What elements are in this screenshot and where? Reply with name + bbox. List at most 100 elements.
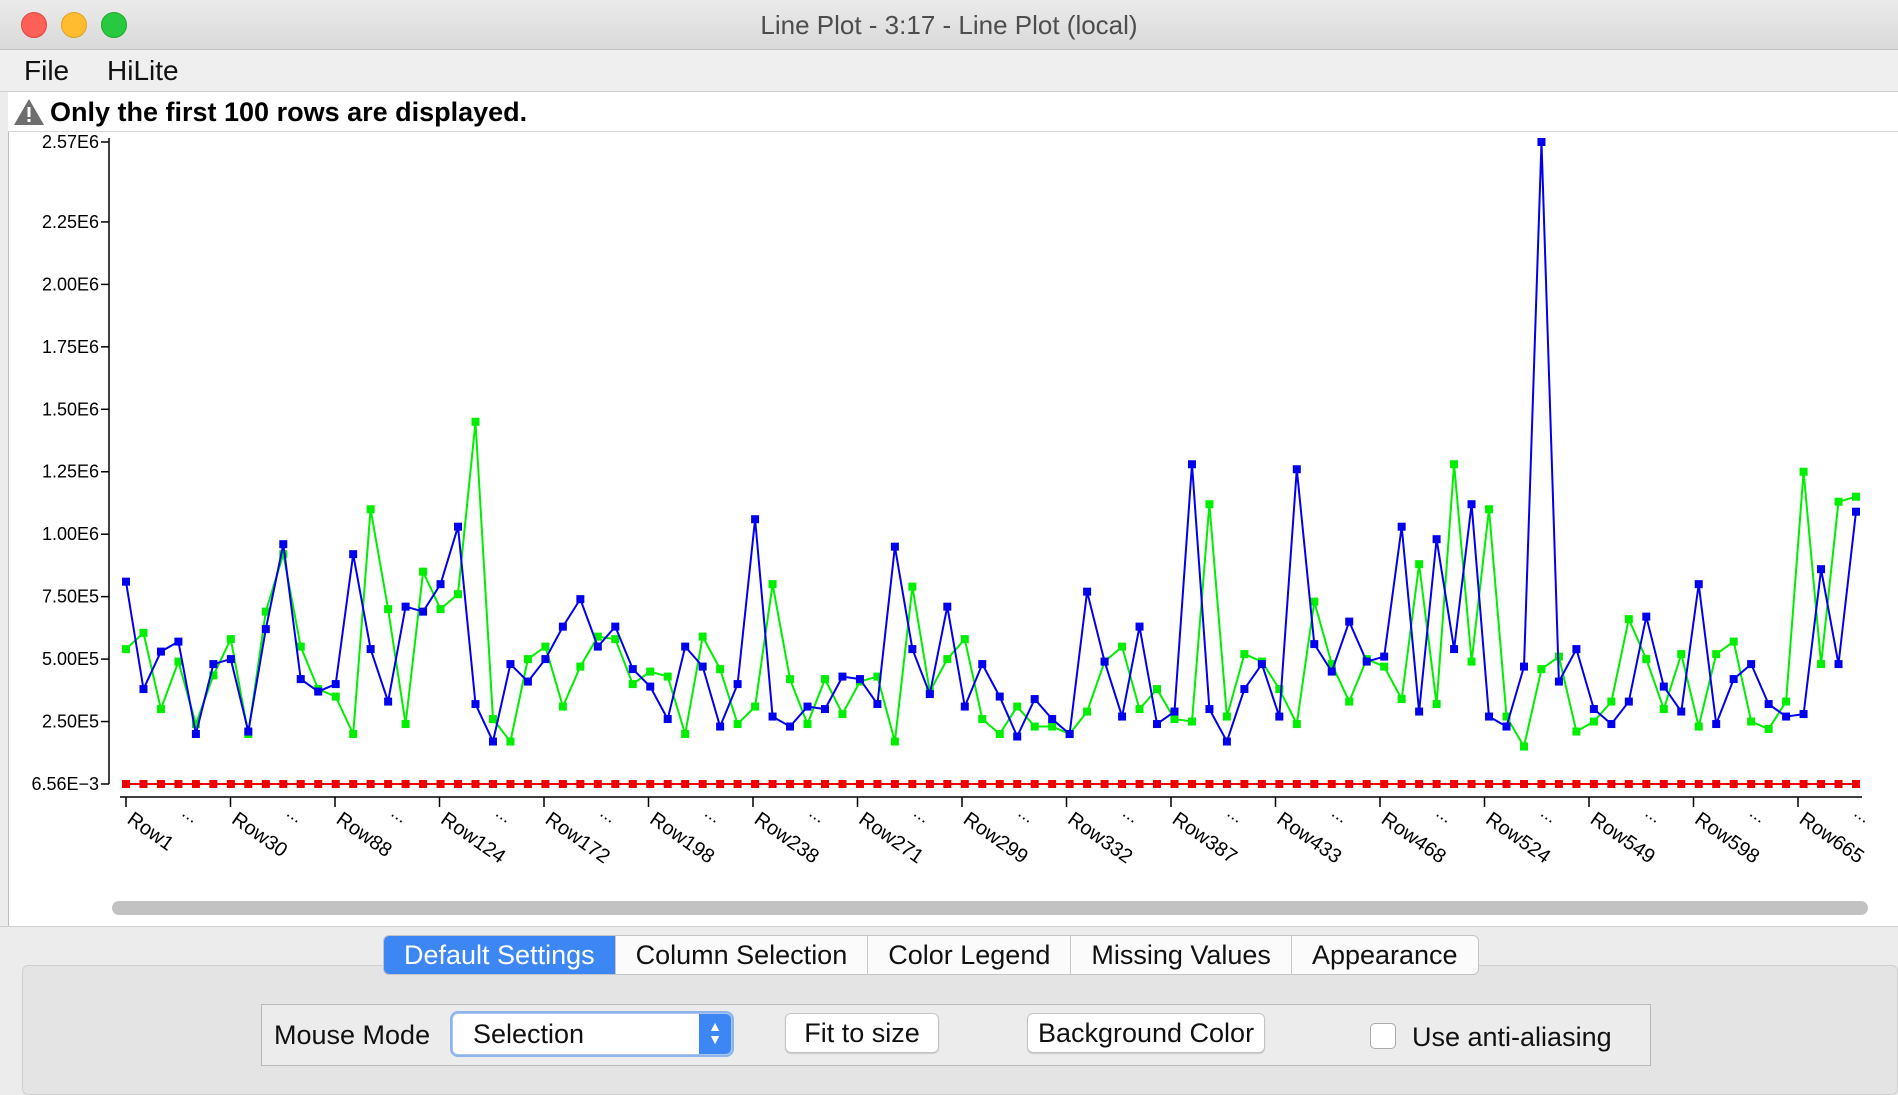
scrollbar-thumb[interactable] [112,901,1868,915]
data-point [1240,685,1249,694]
data-point [1415,780,1424,788]
data-point [803,720,812,729]
data-point [1729,780,1738,788]
data-point [366,505,375,514]
tab-missing-values[interactable]: Missing Values [1071,936,1292,974]
data-point [1450,645,1459,654]
data-point [349,730,358,739]
data-point [768,780,777,788]
y-tick-label: 1.00E6 [42,524,99,544]
data-point [296,675,305,684]
data-point [122,645,130,654]
data-point [908,780,917,788]
tab-column-selection[interactable]: Column Selection [616,936,869,974]
data-point [279,540,288,549]
data-point [1519,662,1528,671]
data-point [1292,780,1301,788]
data-point [349,780,358,788]
data-point [925,780,934,788]
data-point [593,780,602,788]
data-point [436,605,445,614]
data-point [488,780,497,788]
data-point [1415,560,1424,569]
data-point [1030,722,1039,731]
data-point [1187,717,1196,726]
mouse-mode-select[interactable]: Selection ▲ ▼ [452,1013,732,1055]
data-point [419,780,428,788]
data-point [838,672,847,681]
line-chart[interactable]: 6.56E−3 2.50E5 5.00E5 7.50E5 1.00E6 1.25E6 1.5… [9,132,1898,892]
data-point [558,780,567,788]
data-point [331,780,340,788]
data-point [1677,780,1686,788]
data-point [1659,682,1668,691]
anti-aliasing-checkbox[interactable] [1370,1023,1396,1049]
data-point [1083,780,1092,788]
data-point [279,780,288,788]
y-tick-label: 1.50E6 [42,399,99,419]
data-point [1048,715,1057,724]
data-point [244,780,253,788]
data-point [1554,780,1563,788]
data-point [314,780,323,788]
data-point [1485,712,1494,721]
fit-to-size-button[interactable]: Fit to size [785,1013,939,1053]
data-point [226,635,235,644]
menu-file[interactable]: File [24,50,69,92]
menu-bar: File HiLite [0,50,1898,92]
tab-appearance[interactable]: Appearance [1292,936,1478,974]
data-point [1310,597,1319,606]
data-point [191,730,200,739]
data-point [401,602,410,611]
data-point [471,700,480,709]
data-point [1450,780,1459,788]
data-point [471,417,480,426]
data-point [960,702,969,711]
data-point [908,645,917,654]
y-tick-label: 2.00E6 [42,274,99,294]
data-point [174,780,183,788]
x-tick-label: Row1 [123,808,178,855]
data-point [1362,780,1371,788]
x-elided-marker: ... [283,802,307,827]
data-point [1222,737,1231,746]
data-point [803,702,812,711]
x-elided-marker: ... [179,802,203,827]
data-point [646,667,655,676]
x-elided-marker: ... [597,802,621,827]
data-point [1083,707,1092,716]
x-elided-marker: ... [1119,802,1143,827]
data-point [716,722,725,731]
data-point [1817,565,1826,574]
data-point [628,780,637,788]
data-point [768,580,777,589]
data-point [1747,780,1756,788]
x-elided-marker: ... [701,802,725,827]
menu-hilite[interactable]: HiLite [107,50,179,92]
tab-default-settings[interactable]: Default Settings [384,936,616,974]
data-point [1852,780,1860,788]
data-point [943,655,952,664]
data-point [1065,780,1074,788]
data-point [1572,780,1581,788]
data-point [1834,497,1843,506]
window-title: Line Plot - 3:17 - Line Plot (local) [760,10,1138,40]
data-point [1170,707,1179,716]
data-point [1694,580,1703,589]
data-point [558,622,567,631]
data-point [436,780,445,788]
data-point [698,662,707,671]
data-point [1642,612,1651,621]
data-point [1764,780,1773,788]
data-point [1782,712,1791,721]
data-point [454,522,463,531]
tab-color-legend[interactable]: Color Legend [868,936,1072,974]
data-point [419,607,428,616]
background-color-button[interactable]: Background Color [1027,1013,1265,1053]
data-point [1030,695,1039,704]
data-point [576,662,585,671]
plot-panel[interactable]: 6.56E−3 2.50E5 5.00E5 7.50E5 1.00E6 1.25E6 1.5… [8,132,1898,926]
horizontal-scrollbar[interactable] [112,898,1868,918]
data-point [698,780,707,788]
data-point [1589,780,1598,788]
